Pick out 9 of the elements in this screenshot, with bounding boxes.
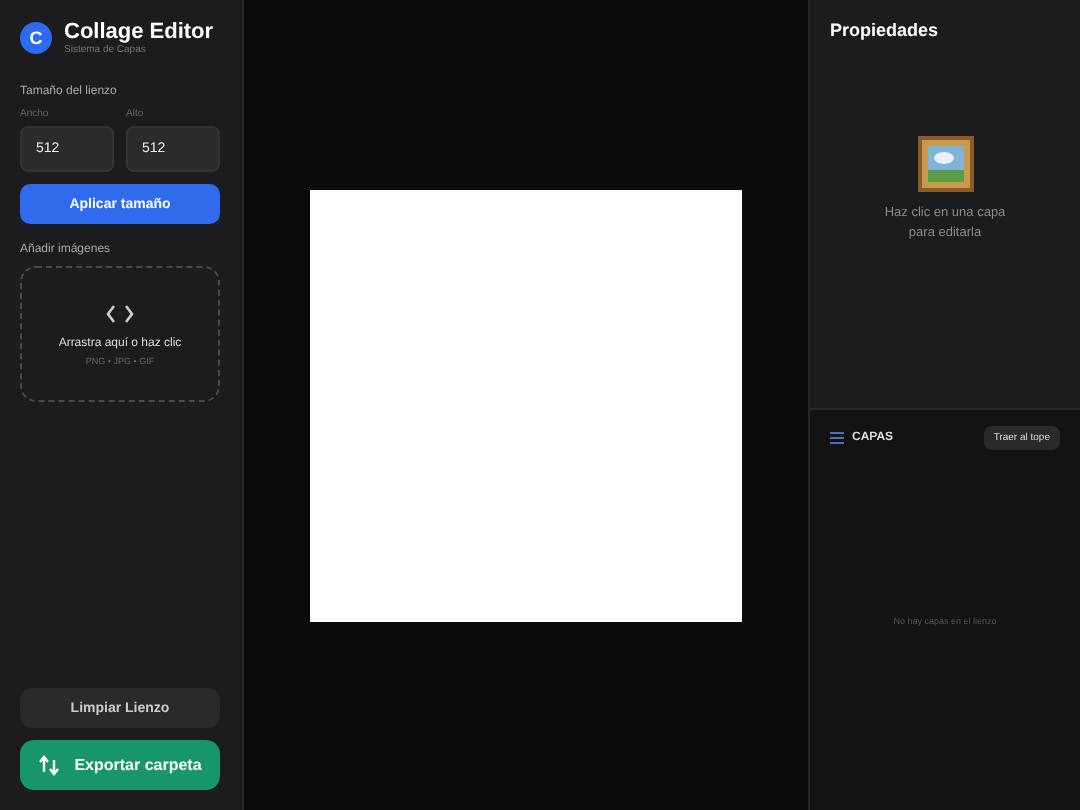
canvas[interactable] <box>310 189 742 621</box>
arrows-icon <box>106 303 134 323</box>
framed-picture-icon <box>917 136 973 193</box>
layers-icon <box>830 432 844 444</box>
arrows-icon <box>38 754 61 776</box>
app-title: Collage Editor <box>64 20 214 44</box>
export-folder-button[interactable]: Exportar carpeta <box>20 740 220 790</box>
panel-title: Propiedades <box>830 20 941 40</box>
app-logo: C <box>20 22 52 54</box>
